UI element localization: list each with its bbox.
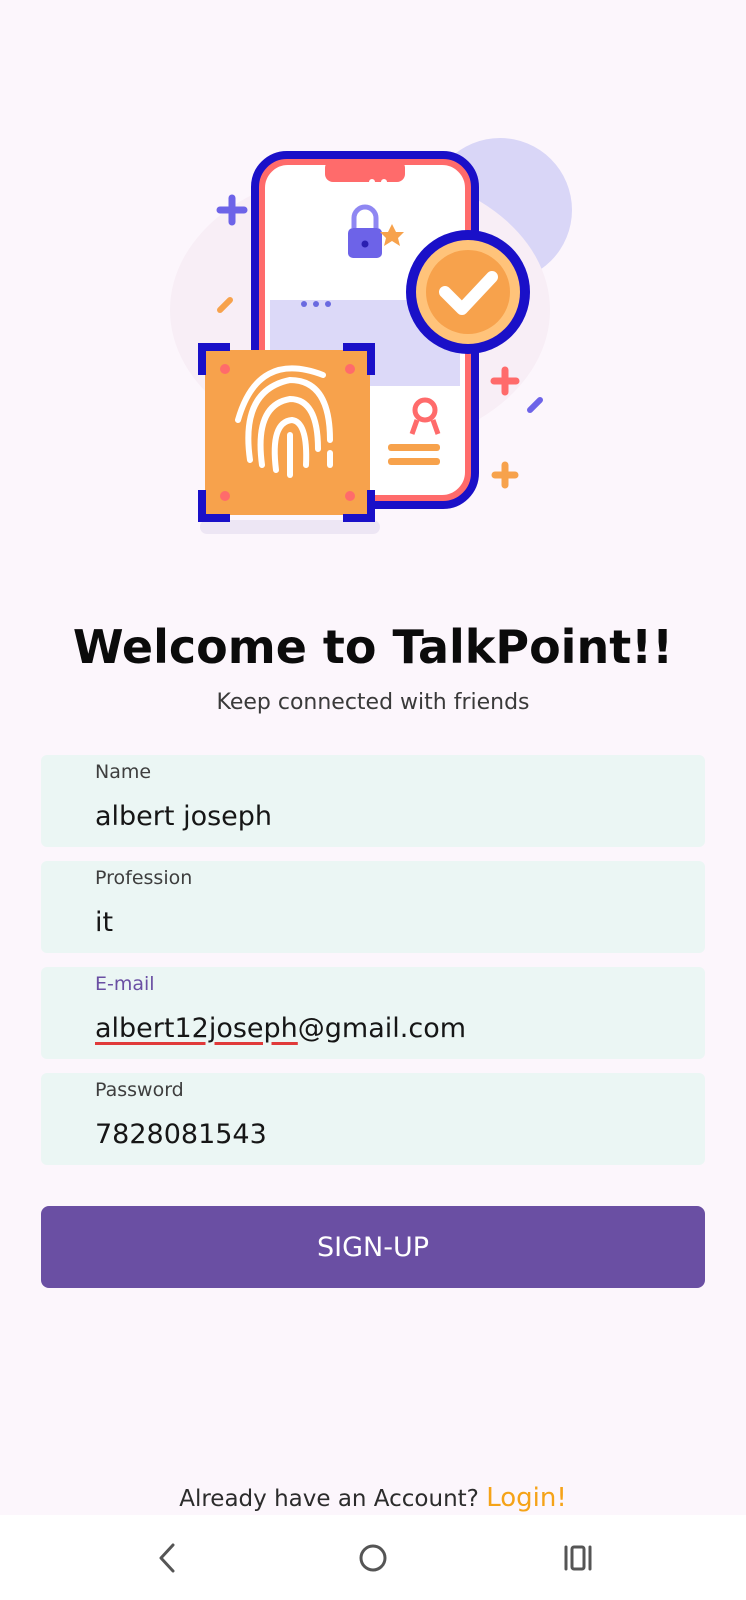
back-button[interactable] xyxy=(138,1533,198,1583)
page-subtitle: Keep connected with friends xyxy=(216,690,530,715)
email-field[interactable]: E-mail albert12joseph@gmail.com xyxy=(41,967,705,1059)
profession-field[interactable]: Profession it xyxy=(41,861,705,953)
email-value: albert12joseph@gmail.com xyxy=(95,1013,466,1044)
signup-button[interactable]: SIGN-UP xyxy=(41,1206,705,1288)
name-label: Name xyxy=(95,761,152,783)
back-icon xyxy=(159,1543,175,1573)
home-icon xyxy=(359,1544,387,1572)
home-button[interactable] xyxy=(343,1533,403,1583)
password-label: Password xyxy=(95,1079,184,1101)
password-field[interactable]: Password 7828081543 xyxy=(41,1073,705,1165)
password-value: 7828081543 xyxy=(95,1119,267,1150)
login-link[interactable]: Login! xyxy=(486,1483,567,1513)
email-value-domain: @gmail.com xyxy=(297,1013,467,1044)
name-value: albert joseph xyxy=(95,801,273,832)
footer: Already have an Account? Login! xyxy=(0,1483,746,1513)
account-prompt: Already have an Account? xyxy=(179,1486,479,1512)
name-field[interactable]: Name albert joseph xyxy=(41,755,705,847)
fingerprint-security-illustration xyxy=(170,138,572,534)
email-label: E-mail xyxy=(95,973,155,995)
email-value-misspelled: albert12joseph xyxy=(95,1013,298,1044)
profession-value: it xyxy=(95,907,114,938)
profession-label: Profession xyxy=(95,867,193,889)
page-title: Welcome to TalkPoint!! xyxy=(72,620,674,674)
recents-icon xyxy=(564,1545,592,1571)
recents-button[interactable] xyxy=(548,1533,608,1583)
system-navigation-bar xyxy=(0,1515,746,1600)
